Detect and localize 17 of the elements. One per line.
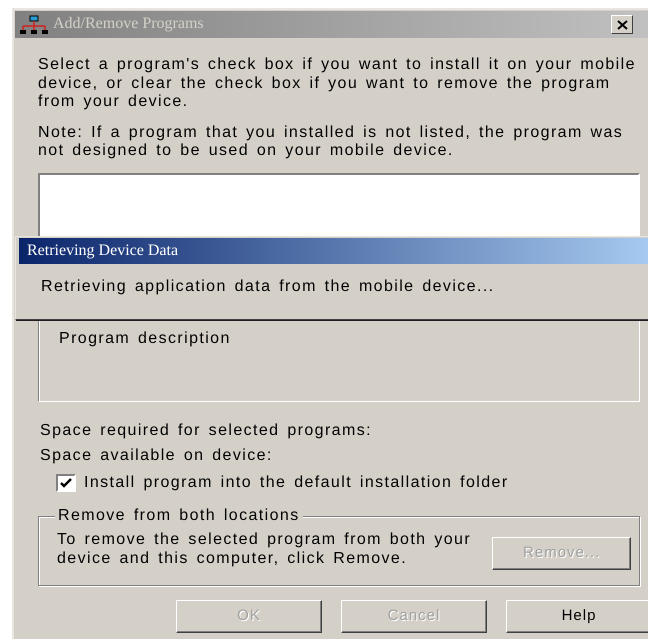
description-label: Program description (59, 330, 231, 346)
note-text: Note: If a program that you installed is not listed, the program was not designed to be used on your mobile device. (38, 124, 624, 160)
instruction-text: Select a program's check box if you want to install it on your mobile device, or clear the check box if you want to remove the program from your device. (38, 56, 637, 112)
dialog-button[interactable]: Help (506, 600, 648, 633)
remove-instruction-text: To remove the selected program from both your device and this computer, click Remove. (57, 531, 472, 568)
program-list[interactable] (38, 172, 640, 238)
window-title: Add/Remove Programs (53, 15, 204, 34)
network-icon (19, 14, 49, 34)
dialog-title: Retrieving Device Data (27, 242, 178, 260)
checkbox-label[interactable]: Install program into the default installation folder (84, 474, 509, 492)
space-required-label: Space required for selected programs: (40, 422, 373, 440)
close-icon (616, 20, 628, 30)
progress-message: Retrieving application data from the mobile device... (40, 277, 496, 296)
checkmark-icon (60, 478, 72, 488)
checkbox[interactable] (56, 474, 76, 492)
close-button[interactable] (611, 15, 633, 34)
space-available-label: Space available on device: (40, 446, 274, 464)
